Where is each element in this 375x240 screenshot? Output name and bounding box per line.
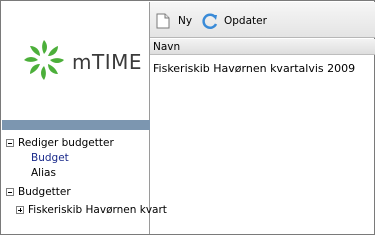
tree-item-budget[interactable]: Budget — [31, 151, 69, 165]
refresh-icon — [202, 13, 218, 29]
tree-node-label: Rediger budgetter — [18, 137, 114, 149]
refresh-button-label: Opdater — [224, 15, 267, 27]
logo-swirl-icon — [24, 40, 64, 80]
tree-node-label: Fiskeriskib Havørnen kvart — [28, 204, 167, 216]
expand-icon[interactable] — [16, 206, 24, 214]
app-window: mTIME Rediger budgetter Budget Alias Bud… — [0, 0, 375, 235]
section-divider-band — [2, 120, 150, 130]
column-header-navn[interactable]: Navn — [150, 39, 375, 55]
tree-item-alias[interactable]: Alias — [31, 166, 56, 180]
navigation-panel: mTIME Rediger budgetter Budget Alias Bud… — [2, 2, 167, 234]
new-document-icon — [156, 13, 170, 29]
tree-node-label: Budgetter — [18, 186, 71, 198]
collapse-icon[interactable] — [6, 139, 14, 147]
content-panel: Ny Opdater Navn Fiskeriskib Havørnen kva… — [150, 2, 375, 234]
table-row[interactable]: Fiskeriskib Havørnen kvartalvis 2009 — [153, 62, 355, 75]
mtime-logo: mTIME — [20, 36, 142, 86]
toolbar: Ny Opdater — [150, 2, 375, 38]
logo-text: mTIME — [72, 50, 142, 74]
new-button-label: Ny — [178, 15, 193, 27]
collapse-icon[interactable] — [6, 188, 14, 196]
